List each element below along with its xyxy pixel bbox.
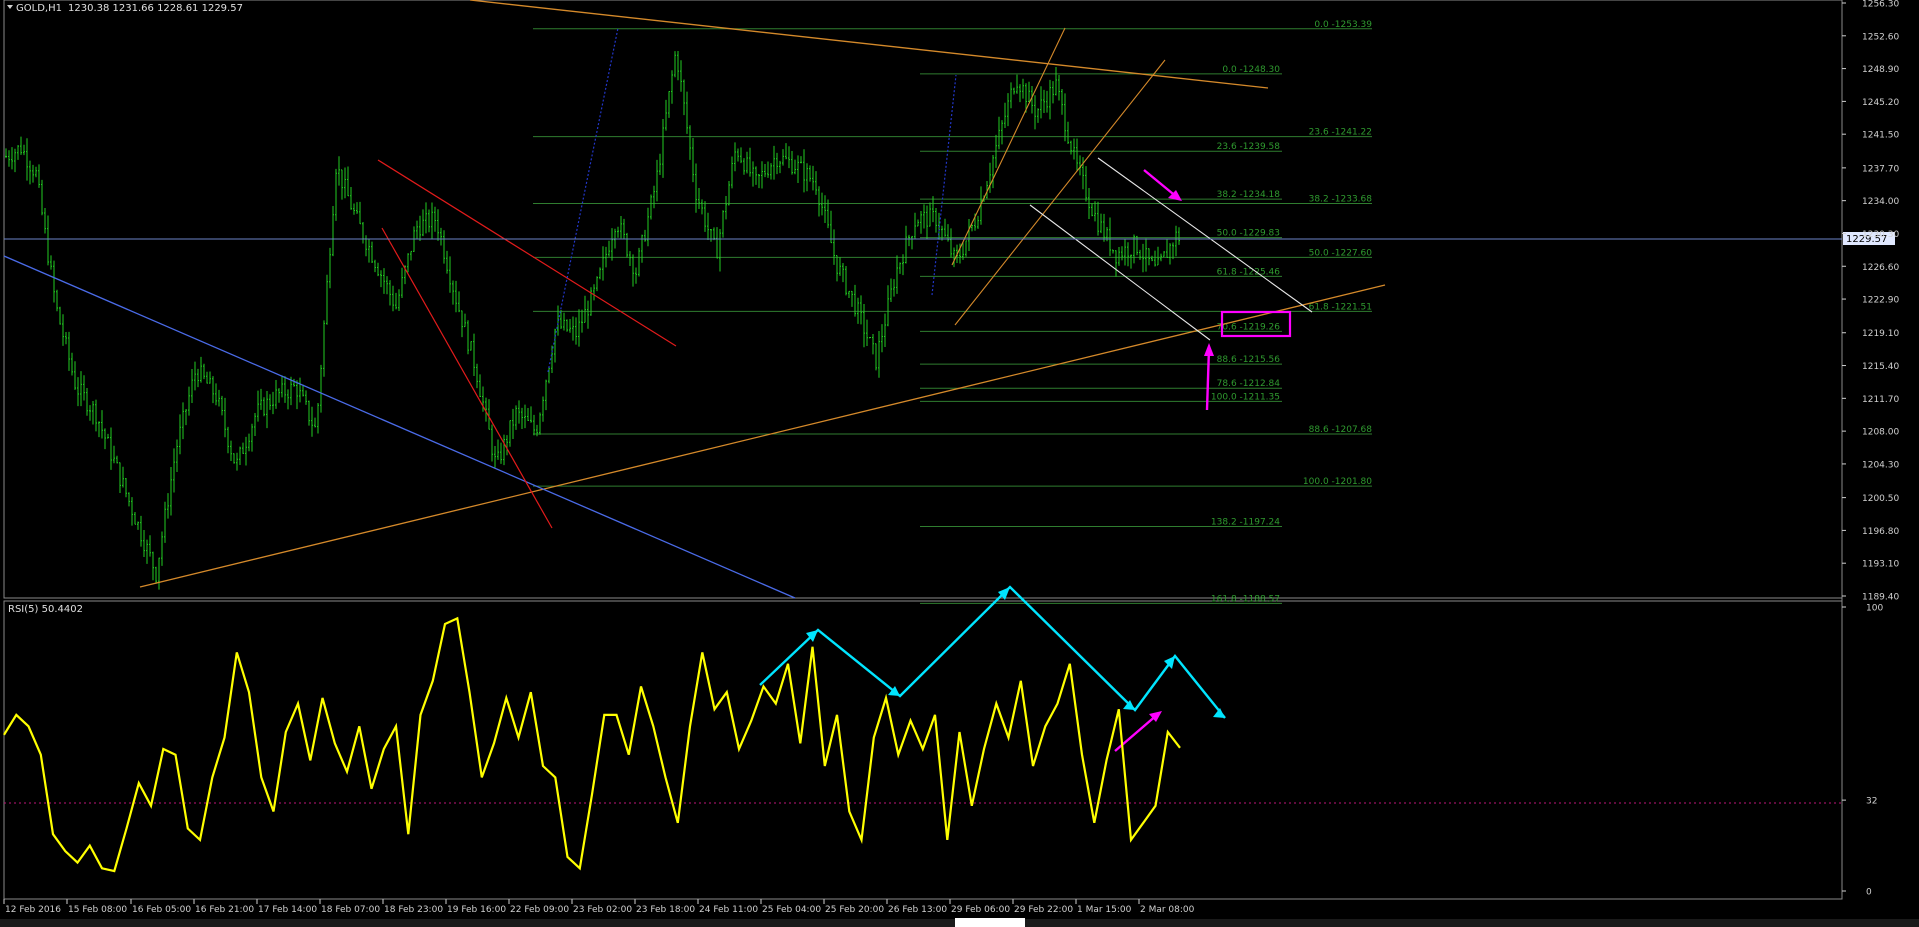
time-tick-label: 16 Feb 21:00 bbox=[195, 905, 254, 915]
fib-b-level-label: 50.0 -1229.83 bbox=[1217, 229, 1280, 239]
orange-support-line[interactable] bbox=[139, 284, 1386, 588]
time-tick-label: 29 Feb 06:00 bbox=[951, 905, 1010, 915]
cyan-zigzag bbox=[759, 585, 1226, 719]
candlestick-series bbox=[5, 51, 1180, 590]
fib-a-level-label: 100.0 -1201.80 bbox=[1303, 477, 1372, 487]
time-tick-label: 29 Feb 22:00 bbox=[1014, 905, 1073, 915]
gold-h1-chart[interactable]: 0.0 -1253.39 23.6 -1241.22 38.2 -1233.68 50… bbox=[0, 0, 1919, 927]
time-tick-label: 25 Feb 20:00 bbox=[825, 905, 884, 915]
magenta-arrow-up-head bbox=[1204, 343, 1214, 356]
time-tick-label: 15 Feb 08:00 bbox=[68, 905, 127, 915]
price-tick-label: 1211.70 bbox=[1862, 395, 1899, 405]
fibonacci-set-a: 0.0 -1253.39 23.6 -1241.22 38.2 -1233.68 50… bbox=[533, 20, 1372, 487]
time-tick-label: 19 Feb 16:00 bbox=[447, 905, 506, 915]
price-pane-frame bbox=[3, 0, 1843, 599]
price-axis: 1256.30 1252.60 1248.90 1245.20 1241.50 1237.… bbox=[1842, 0, 1899, 603]
orange-resistance-line[interactable] bbox=[469, 0, 1269, 89]
fib-a-level-label: 0.0 -1253.39 bbox=[1314, 20, 1372, 30]
fib-b-level-label: 138.2 -1197.24 bbox=[1211, 518, 1280, 528]
price-tick-label: 1215.40 bbox=[1862, 362, 1899, 372]
price-tick-label: 1226.60 bbox=[1862, 263, 1899, 273]
rsi-tick-label: 32 bbox=[1866, 797, 1877, 807]
rsi-line bbox=[3, 616, 1181, 873]
fib-b-level-label: 61.8 -1225.46 bbox=[1217, 267, 1281, 277]
time-tick-label: 24 Feb 11:00 bbox=[699, 905, 758, 915]
time-tick-label: 1 Mar 15:00 bbox=[1077, 905, 1132, 915]
blue-dotted-line-2[interactable] bbox=[931, 74, 957, 296]
fib-b-level-label: 23.6 -1239.58 bbox=[1217, 142, 1281, 152]
fibonacci-set-b: 0.0 -1248.30 23.6 -1239.58 38.2 -1234.18 50… bbox=[920, 65, 1282, 604]
time-tick-label: 2 Mar 08:00 bbox=[1140, 905, 1195, 915]
fib-b-level-label: 38.2 -1234.18 bbox=[1217, 190, 1281, 200]
white-channel-lower[interactable] bbox=[1029, 204, 1211, 341]
fib-b-level-label: 78.6 -1212.84 bbox=[1217, 379, 1281, 389]
chart-tab[interactable] bbox=[955, 918, 1025, 927]
price-tick-label: 1237.70 bbox=[1862, 164, 1899, 174]
price-tick-label: 1222.90 bbox=[1862, 296, 1899, 306]
price-tick-label: 1219.10 bbox=[1862, 329, 1899, 339]
magenta-arrow-up bbox=[1205, 347, 1211, 411]
price-tick-label: 1208.00 bbox=[1862, 428, 1899, 438]
time-tick-label: 23 Feb 18:00 bbox=[636, 905, 695, 915]
time-tick-label: 26 Feb 13:00 bbox=[888, 905, 947, 915]
time-tick-label: 18 Feb 23:00 bbox=[384, 905, 443, 915]
fib-a-level-label: 88.6 -1207.68 bbox=[1309, 425, 1373, 435]
price-tick-label: 1248.90 bbox=[1862, 65, 1899, 75]
price-tick-label: 1200.50 bbox=[1862, 494, 1899, 504]
blue-dotted-line-1[interactable] bbox=[547, 27, 619, 373]
fib-b-level-label: 100.0 -1211.35 bbox=[1211, 392, 1280, 402]
price-tick-label: 1193.10 bbox=[1862, 560, 1899, 570]
time-tick-label: 23 Feb 02:00 bbox=[573, 905, 632, 915]
price-tick-label: 1230.30 bbox=[1862, 230, 1899, 240]
time-tick-label: 17 Feb 14:00 bbox=[258, 905, 317, 915]
fib-a-level-label: 50.0 -1227.60 bbox=[1309, 248, 1373, 258]
time-tick-label: 25 Feb 04:00 bbox=[762, 905, 821, 915]
red-trend-line-upper[interactable] bbox=[377, 159, 677, 347]
ohlc-values: 1230.38 1231.66 1228.61 1229.57 bbox=[68, 3, 243, 14]
fib-b-level-label: 88.6 -1215.56 bbox=[1217, 355, 1281, 365]
fib-a-level-label: 38.2 -1233.68 bbox=[1309, 195, 1373, 205]
price-tick-label: 1245.20 bbox=[1862, 98, 1899, 108]
trend-lines[interactable] bbox=[3, 0, 1386, 599]
price-tick-label: 1252.60 bbox=[1862, 32, 1899, 42]
price-tick-label: 1189.40 bbox=[1862, 593, 1899, 603]
cyan-rsi-pattern bbox=[759, 585, 1226, 719]
fib-a-level-label: 61.8 -1221.51 bbox=[1309, 302, 1372, 312]
time-tick-label: 16 Feb 05:00 bbox=[132, 905, 191, 915]
rsi-tick-label: 100 bbox=[1866, 604, 1883, 614]
price-tick-label: 1234.00 bbox=[1862, 197, 1899, 207]
red-trend-line-lower[interactable] bbox=[381, 227, 553, 529]
price-tick-label: 1256.30 bbox=[1862, 0, 1899, 10]
price-tick-label: 1241.50 bbox=[1862, 131, 1899, 141]
rsi-title: RSI(5) 50.4402 bbox=[8, 604, 83, 615]
fib-b-level-label: 0.0 -1248.30 bbox=[1222, 65, 1280, 75]
rsi-tick-label: 0 bbox=[1866, 888, 1872, 898]
time-tick-label: 12 Feb 2016 bbox=[5, 905, 61, 915]
rsi-axis: 100 32 0 bbox=[1842, 604, 1883, 898]
price-tick-label: 1204.30 bbox=[1862, 460, 1899, 470]
fib-b-level-label: 161.8 -1188.57 bbox=[1211, 594, 1280, 604]
cyan-arrow-head-6 bbox=[1213, 708, 1225, 718]
price-tick-label: 1196.80 bbox=[1862, 527, 1899, 537]
time-axis: 12 Feb 2016 15 Feb 08:00 16 Feb 05:00 16 Fe… bbox=[3, 899, 1195, 915]
symbol-menu-icon[interactable] bbox=[7, 5, 13, 9]
fib-a-level-label: 23.6 -1241.22 bbox=[1309, 128, 1372, 138]
time-tick-label: 22 Feb 09:00 bbox=[510, 905, 569, 915]
orange-channel-upper[interactable] bbox=[951, 27, 1066, 266]
symbol-title: GOLD,H1 bbox=[16, 3, 62, 14]
time-tick-label: 18 Feb 07:00 bbox=[321, 905, 380, 915]
